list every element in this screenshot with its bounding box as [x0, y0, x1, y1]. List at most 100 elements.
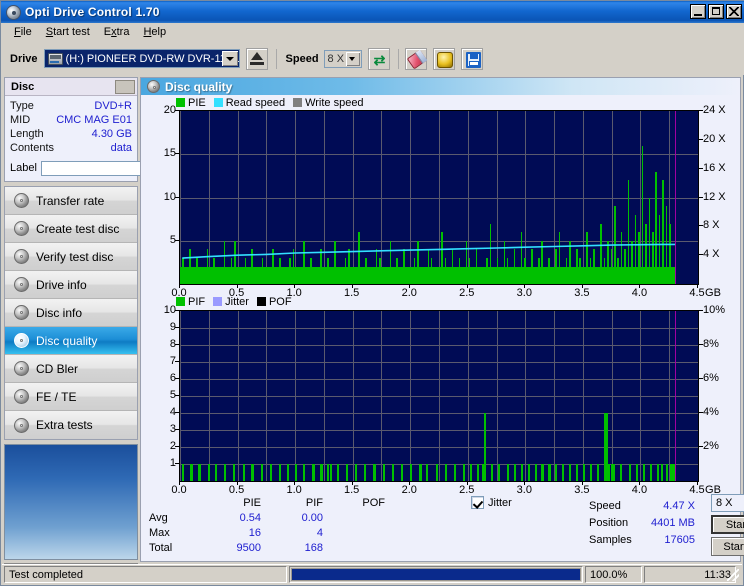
- x-axis-tick: [466, 482, 468, 485]
- page-title: Disc quality: [165, 79, 233, 94]
- y2-axis-tick-label: 12 X: [703, 190, 726, 203]
- disc-row-value: 4.30 GB: [91, 128, 132, 140]
- eject-button[interactable]: [245, 47, 268, 70]
- disc-panel-header: Disc: [5, 78, 137, 96]
- data-bar: [656, 464, 659, 481]
- eject-icon: [250, 51, 263, 60]
- grid-line-horizontal: [180, 345, 698, 346]
- x-axis-tick-label: 4.5: [689, 287, 705, 299]
- data-bar: [182, 464, 185, 481]
- y2-axis-tick-label: 8%: [703, 338, 719, 350]
- disc-label-key: Label: [10, 162, 37, 174]
- statistics-table: PIE PIF POF Avg 0.54 0.00 Max 16 4 Total…: [149, 496, 385, 556]
- sidebar-item-disc-quality[interactable]: Disc quality: [5, 327, 137, 355]
- speed-select[interactable]: 8 X: [323, 49, 362, 68]
- resize-grip-icon[interactable]: [727, 569, 739, 581]
- sidebar-item-label: Drive info: [36, 277, 87, 292]
- disc-icon: [147, 80, 160, 93]
- sidebar-item-drive-info[interactable]: Drive info: [5, 271, 137, 299]
- disc-row-type: Type DVD+R: [10, 99, 132, 113]
- sidebar-item-label: Disc info: [36, 305, 83, 320]
- test-speed-select[interactable]: 8 X: [711, 494, 744, 512]
- status-bar: Test completed 100.0% 11:33: [2, 564, 742, 584]
- chevron-down-icon[interactable]: [221, 51, 238, 66]
- window-title: Opti Drive Control 1.70: [25, 5, 160, 19]
- sidebar-item-verify-test-disc[interactable]: Verify test disc: [5, 243, 137, 271]
- data-bar: [649, 464, 652, 481]
- data-bar: [336, 464, 339, 481]
- refresh-button[interactable]: ⇄: [367, 47, 390, 70]
- y2-axis-tick: [699, 412, 703, 413]
- gold-disc-button[interactable]: [432, 47, 455, 70]
- y2-axis-tick-label: 24 X: [703, 104, 726, 116]
- menu-item-extra[interactable]: Extra: [97, 24, 137, 40]
- x-axis-tick: [697, 482, 698, 485]
- jitter-checkbox[interactable]: [471, 496, 484, 509]
- y2-axis-tick-label: 8 X: [703, 219, 720, 232]
- x-axis-tick: [294, 482, 296, 485]
- maximize-button[interactable]: [708, 4, 724, 19]
- legend-swatch: [176, 98, 185, 107]
- jitter-toggle[interactable]: Jitter: [471, 496, 512, 509]
- sidebar-item-cd-bler[interactable]: CD Bler: [5, 355, 137, 383]
- save-button[interactable]: [460, 47, 483, 70]
- data-bar: [548, 464, 551, 481]
- pie-plot-area[interactable]: [179, 110, 699, 285]
- x-axis-tick-label: 3.0: [516, 287, 532, 299]
- y2-axis-tick: [699, 446, 703, 447]
- data-bar: [295, 464, 298, 481]
- y-axis-tick: [175, 310, 179, 311]
- menu-item-help[interactable]: Help: [136, 24, 173, 40]
- position-marker: [675, 111, 676, 284]
- x-axis-tick: [236, 482, 238, 485]
- disc-row-key: Length: [10, 128, 44, 140]
- disc-row-mid: MID CMC MAG E01: [10, 113, 132, 127]
- stats-col-pof: POF: [362, 497, 385, 509]
- stat-key: Samples: [589, 534, 632, 546]
- drive-select[interactable]: (H:) PIONEER DVD-RW DVR-111 1.29: [43, 49, 240, 68]
- disc-icon: [14, 249, 29, 264]
- disc-row-value: CMC MAG E01: [56, 114, 132, 126]
- stats-header-row: PIE PIF POF: [149, 496, 385, 511]
- y2-axis-tick-label: 10%: [703, 304, 726, 316]
- grid-line-horizontal: [180, 447, 698, 448]
- start-full-button[interactable]: Start full: [711, 515, 744, 534]
- disc-row-length: Length 4.30 GB: [10, 127, 132, 141]
- sidebar-item-transfer-rate[interactable]: Transfer rate: [5, 187, 137, 215]
- y2-axis-tick-label: 4 X: [703, 248, 720, 261]
- sidebar-item-create-test-disc[interactable]: Create test disc: [5, 215, 137, 243]
- legend-label: Write speed: [305, 96, 364, 109]
- sidebar-item-disc-info[interactable]: Disc info: [5, 299, 137, 327]
- data-bar: [541, 464, 544, 481]
- stats-row-total: Total 9500 168: [149, 541, 385, 556]
- stats-cell-pof: [323, 511, 385, 526]
- pif-plot-area[interactable]: [179, 310, 699, 482]
- disc-row-key: Contents: [10, 142, 55, 154]
- stats-col-pif: PIF: [305, 497, 323, 509]
- chevron-down-icon[interactable]: [345, 51, 360, 66]
- x-axis-tick: [524, 482, 526, 485]
- progress-fill: [292, 569, 580, 580]
- toolbar-divider-1: [275, 48, 277, 69]
- legend-entry-read-speed: Read speed: [213, 97, 285, 109]
- sidebar-item-extra-tests[interactable]: Extra tests: [5, 411, 137, 439]
- navigation-list: Transfer rate Create test disc Verify te…: [4, 186, 138, 440]
- sidebar-item-label: Disc quality: [36, 333, 98, 348]
- drive-icon: [47, 52, 63, 65]
- disc-icon: [14, 389, 29, 404]
- stat-value: 4401 MB: [650, 517, 695, 529]
- start-part-button[interactable]: Start part: [711, 537, 744, 556]
- x-axis-tick: [581, 285, 583, 288]
- content-header: Disc quality: [141, 78, 740, 95]
- minimize-button[interactable]: [690, 4, 706, 19]
- sidebar-item-fe-te[interactable]: FE / TE: [5, 383, 137, 411]
- menu-item-start-test[interactable]: Start test: [39, 24, 97, 40]
- data-bar: [198, 464, 201, 481]
- erase-button[interactable]: [404, 47, 427, 70]
- y-axis-tick: [175, 110, 179, 111]
- close-button[interactable]: [726, 4, 742, 19]
- read-speed-line: [182, 243, 675, 259]
- menu-item-file[interactable]: FFileile: [7, 24, 39, 40]
- x-axis-tick-label: 4.0: [631, 287, 648, 299]
- jitter-label: Jitter: [488, 496, 512, 509]
